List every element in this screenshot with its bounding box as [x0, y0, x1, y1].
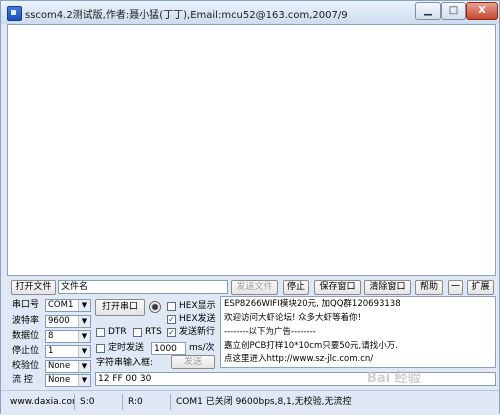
parity-label: 校验位: [12, 361, 40, 371]
baud-select[interactable]: 9600 ▼: [45, 315, 91, 328]
status-sent-count: S:0: [77, 394, 123, 410]
info-panel: ESP8266WIFI模块20元, 加QQ群120693138 欢迎访问大虾论坛…: [220, 296, 496, 368]
title-bar[interactable]: sscom4.2测试版,作者:聂小猛(丁丁),Email:mcu52@163.c…: [1, 1, 499, 24]
status-site[interactable]: www.daxia.com: [7, 394, 75, 410]
rts-label: RTS: [145, 327, 162, 337]
hex-display-label: HEX显示: [179, 301, 216, 311]
port-label: 串口号: [12, 300, 40, 310]
open-file-button[interactable]: 打开文件: [11, 280, 56, 295]
databits-select[interactable]: 8 ▼: [45, 330, 91, 343]
databits-label: 数据位: [12, 331, 40, 341]
stopbits-select[interactable]: 1 ▼: [45, 345, 91, 358]
status-received-count: R:0: [125, 394, 171, 410]
send-file-button[interactable]: 发送文件: [231, 280, 278, 295]
close-button[interactable]: X: [466, 2, 498, 20]
dtr-label: DTR: [108, 327, 127, 337]
port-select[interactable]: COM1 ▼: [45, 299, 91, 312]
port-status-indicator-icon: [149, 301, 161, 313]
stopbits-value: 1: [48, 346, 54, 356]
databits-value: 8: [48, 331, 54, 341]
status-bar: www.daxia.com S:0 R:0 COM1 已关闭 9600bps,8…: [1, 390, 499, 415]
timed-send-label: 定时发送: [108, 343, 145, 353]
clear-window-button[interactable]: 清除窗口: [364, 280, 411, 295]
window-title: sscom4.2测试版,作者:聂小猛(丁丁),Email:mcu52@163.c…: [25, 10, 348, 21]
stopbits-label: 停止位: [12, 346, 40, 356]
maximize-button[interactable]: □: [441, 2, 466, 20]
watermark: Bai 经验: [367, 371, 421, 386]
help-button[interactable]: 帮助: [415, 280, 443, 295]
send-input[interactable]: 12 FF 00 30: [95, 372, 496, 386]
string-input-label: 字符串输入框:: [96, 358, 154, 368]
receive-area[interactable]: [7, 24, 496, 276]
send-newline-label: 发送新行: [179, 327, 216, 337]
chevron-down-icon: ▼: [78, 375, 90, 386]
flow-value: None: [48, 375, 71, 385]
rts-checkbox[interactable]: [133, 328, 142, 337]
info-line[interactable]: 欢迎访问大虾论坛! 众多大虾等着你!: [224, 313, 361, 324]
interval-input[interactable]: 1000: [151, 342, 186, 355]
minimize-button[interactable]: ▁: [415, 2, 441, 20]
interval-unit: ms/次: [189, 343, 215, 353]
chevron-down-icon: ▼: [78, 300, 90, 311]
flow-label: 流 控: [12, 375, 33, 385]
hex-display-checkbox[interactable]: [167, 302, 176, 311]
flow-select[interactable]: None ▼: [45, 374, 91, 387]
hex-send-checkbox[interactable]: ✓: [167, 315, 176, 324]
dtr-checkbox[interactable]: [96, 328, 105, 337]
open-port-button[interactable]: 打开串口: [95, 299, 145, 316]
chevron-down-icon: ▼: [78, 361, 90, 372]
baud-value: 9600: [48, 316, 70, 326]
save-window-button[interactable]: 保存窗口: [314, 280, 361, 295]
timed-send-checkbox[interactable]: [96, 344, 105, 353]
info-line[interactable]: 点这里进入http://www.sz-jlc.com.cn/: [224, 354, 373, 365]
chevron-down-icon: ▼: [78, 331, 90, 342]
collapse-button[interactable]: 一: [448, 280, 463, 295]
info-line[interactable]: 嘉立创PCB打样10*10cm只要50元,请找小万.: [224, 341, 398, 352]
parity-select[interactable]: None ▼: [45, 360, 91, 373]
parity-value: None: [48, 361, 71, 371]
info-line: --------以下为广告--------: [224, 327, 316, 337]
filename-field[interactable]: 文件名: [58, 280, 228, 294]
chevron-down-icon: ▼: [78, 346, 90, 357]
app-window: sscom4.2测试版,作者:聂小猛(丁丁),Email:mcu52@163.c…: [0, 0, 500, 415]
chevron-down-icon: ▼: [78, 316, 90, 327]
stop-button[interactable]: 停止: [283, 280, 309, 295]
expand-button[interactable]: 扩展: [467, 280, 494, 295]
baud-label: 波特率: [12, 316, 40, 326]
status-port-state: COM1 已关闭 9600bps,8,1,无校验,无流控: [176, 397, 352, 407]
app-icon: [7, 6, 22, 21]
hex-send-label: HEX发送: [179, 314, 216, 324]
send-button[interactable]: 发送: [171, 355, 215, 369]
info-line[interactable]: ESP8266WIFI模块20元, 加QQ群120693138: [224, 299, 401, 310]
send-newline-checkbox[interactable]: ✓: [167, 328, 176, 337]
port-value: COM1: [48, 300, 74, 310]
